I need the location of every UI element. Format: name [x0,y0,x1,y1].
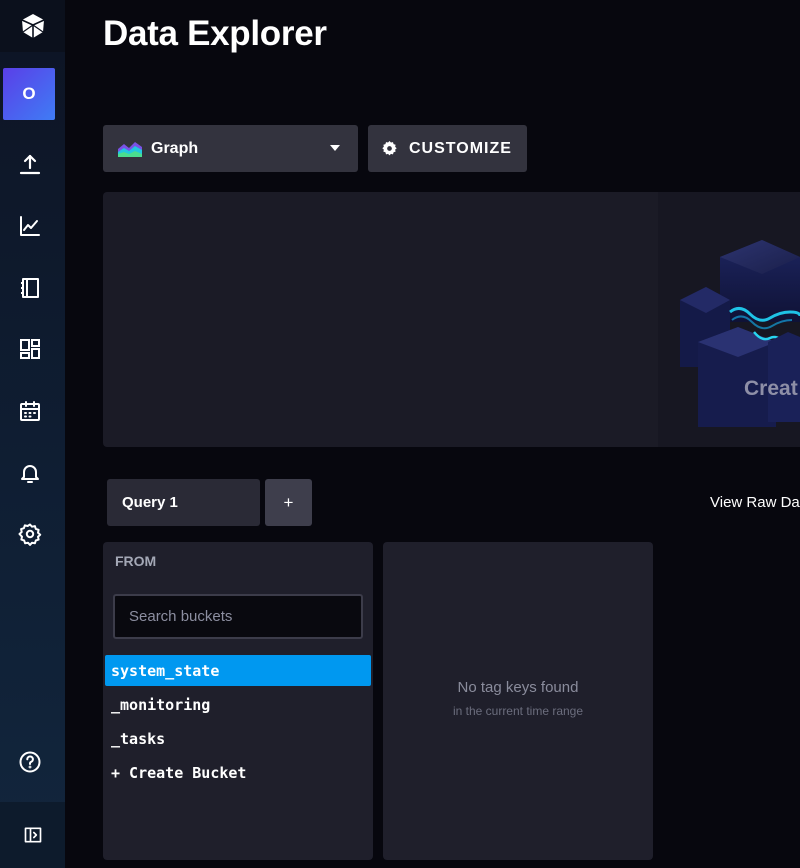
notebook-icon [21,278,39,298]
tag-keys-panel: No tag keys found in the current time ra… [383,542,653,860]
upload-icon [19,154,41,175]
visualization-type-label: Graph [151,139,199,157]
view-raw-data-toggle[interactable]: View Raw Da [710,494,800,511]
collapse-sidebar-button[interactable] [0,802,65,868]
empty-state-title: No tag keys found [457,679,579,696]
tab-query-1[interactable]: Query 1 [107,479,260,526]
gear-icon [18,523,42,546]
customize-label: CUSTOMIZE [409,139,512,157]
plus-icon: + [283,492,294,512]
from-header: FROM [115,553,157,569]
from-panel: FROM system_state _monitoring _tasks + C… [103,542,373,860]
graph-type-icon [118,141,142,157]
nav-data-explorer[interactable] [0,204,60,248]
dashboards-icon [20,339,40,359]
influxdb-cube-icon [21,14,44,38]
bucket-item-monitoring[interactable]: _monitoring [105,689,371,720]
calendar-icon [20,401,40,421]
add-query-button[interactable]: + [265,479,312,526]
bucket-item-tasks[interactable]: _tasks [105,723,371,754]
nav-notebooks[interactable] [0,266,60,310]
nav-dashboards[interactable] [0,327,60,371]
logo[interactable] [0,0,65,52]
empty-graph-illustration [658,192,800,447]
cubes-illustration-icon [680,240,800,427]
nav-tasks[interactable] [0,389,60,433]
visualization-type-dropdown[interactable]: Graph [103,125,358,172]
chevron-down-icon [330,145,340,151]
query-tab-label: Query 1 [122,494,178,511]
sidebar: O [0,0,65,868]
search-buckets-input[interactable] [113,594,363,639]
empty-graph-message: Creat [744,377,798,400]
help-button[interactable] [0,740,60,784]
create-bucket-button[interactable]: + Create Bucket [105,757,371,788]
nav-load-data[interactable] [0,142,60,186]
bell-icon [21,465,39,483]
empty-state-subtitle: in the current time range [452,704,584,718]
page-title: Data Explorer [103,14,327,53]
org-avatar[interactable]: O [3,68,55,120]
collapse-sidebar-icon [24,827,41,843]
nav-settings[interactable] [0,512,60,556]
graph-icon [20,216,40,236]
gear-icon [382,141,397,156]
nav-alerts[interactable] [0,451,60,495]
help-icon [19,751,41,773]
graph-panel: Creat [103,192,800,447]
customize-button[interactable]: CUSTOMIZE [368,125,527,172]
bucket-item-system-state[interactable]: system_state [105,655,371,686]
org-initial: O [22,84,36,103]
